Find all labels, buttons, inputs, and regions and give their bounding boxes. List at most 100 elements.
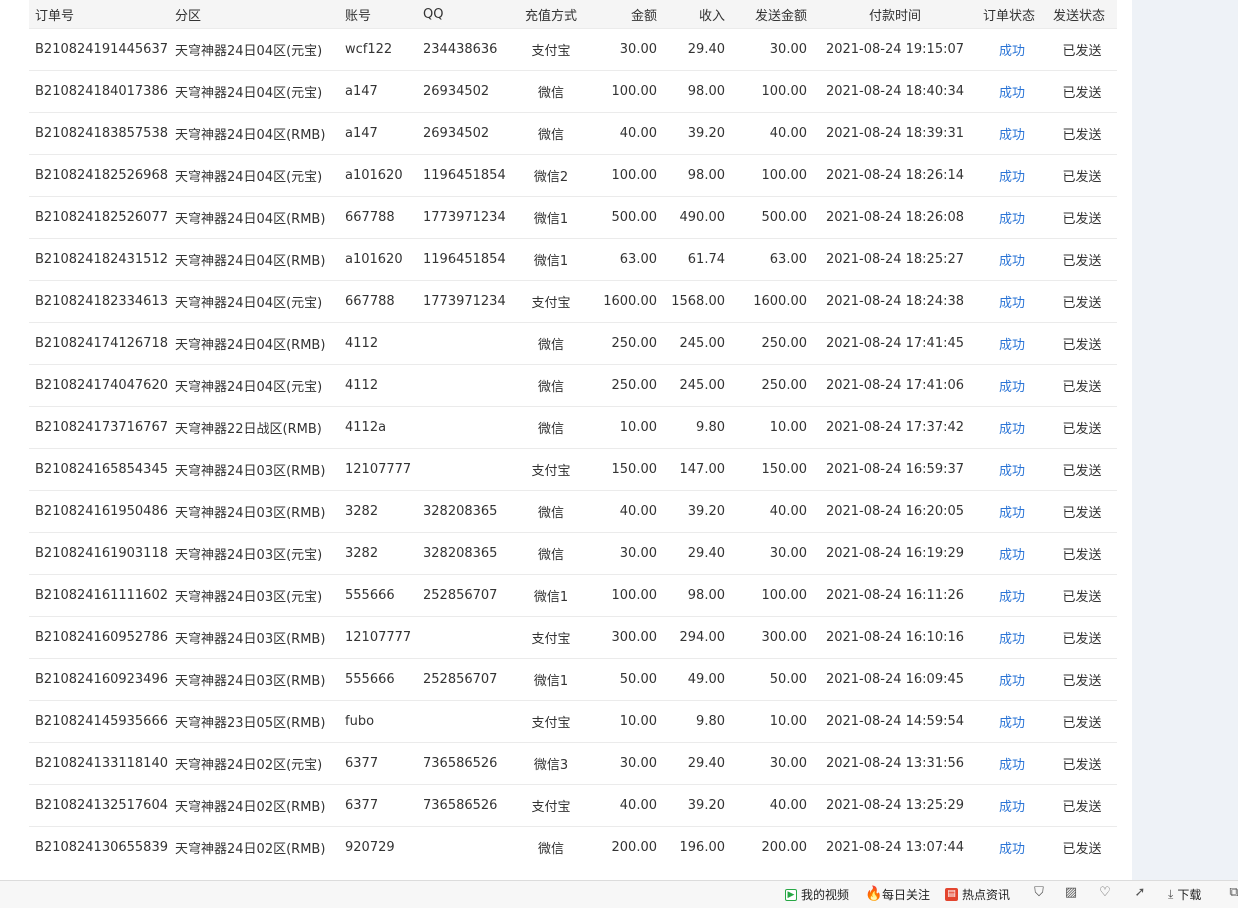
- cell-send-amount: 250.00: [731, 364, 813, 407]
- cell-amount: 50.00: [591, 658, 663, 701]
- hot-news-link[interactable]: ▤ 热点资讯: [945, 886, 1010, 903]
- cell-order-status[interactable]: 成功: [977, 448, 1047, 491]
- cell-order-id: B210824161111602: [29, 574, 169, 617]
- cell-order-status[interactable]: 成功: [977, 280, 1047, 323]
- cell-income: 245.00: [663, 364, 731, 407]
- cell-send-amount: 40.00: [731, 112, 813, 155]
- cell-account: 555666: [339, 658, 417, 701]
- cell-send-status: 已发送: [1047, 364, 1117, 407]
- download-button[interactable]: ⤓ 下载: [1168, 886, 1201, 903]
- cell-order-status[interactable]: 成功: [977, 322, 1047, 365]
- cell-amount: 500.00: [591, 196, 663, 239]
- cell-zone: 天穹神器24日04区(元宝): [169, 28, 339, 71]
- copy-icon[interactable]: ⧉: [1226, 885, 1238, 901]
- cell-order-status[interactable]: 成功: [977, 112, 1047, 155]
- cell-income: 245.00: [663, 322, 731, 365]
- cell-income: 98.00: [663, 574, 731, 617]
- cell-qq: 26934502: [417, 70, 511, 113]
- cell-pay-method: 微信1: [511, 238, 591, 281]
- cell-pay-time: 2021-08-24 18:39:31: [813, 112, 977, 155]
- cell-pay-time: 2021-08-24 16:59:37: [813, 448, 977, 491]
- cell-qq: [417, 616, 511, 659]
- cell-order-status[interactable]: 成功: [977, 784, 1047, 827]
- daily-focus-link[interactable]: 🔥 每日关注: [865, 886, 930, 903]
- cell-qq: 26934502: [417, 112, 511, 155]
- cell-order-id: B210824184017386: [29, 70, 169, 113]
- cell-amount: 40.00: [591, 490, 663, 533]
- cell-order-status[interactable]: 成功: [977, 574, 1047, 617]
- rocket-icon[interactable]: ➚: [1132, 885, 1148, 901]
- cell-order-status[interactable]: 成功: [977, 238, 1047, 281]
- cell-account: 667788: [339, 196, 417, 239]
- cell-order-status[interactable]: 成功: [977, 70, 1047, 113]
- cell-income: 294.00: [663, 616, 731, 659]
- cell-account: 555666: [339, 574, 417, 617]
- cell-pay-time: 2021-08-24 16:19:29: [813, 532, 977, 575]
- image-icon[interactable]: ▨: [1063, 885, 1079, 901]
- cell-order-status[interactable]: 成功: [977, 154, 1047, 197]
- cell-pay-method: 微信1: [511, 658, 591, 701]
- cell-amount: 100.00: [591, 574, 663, 617]
- order-table-wrap: 订单号 分区 账号 QQ 充值方式 金额 收入 发送金额 付款时间 订单状态 发送状态 B21082…: [29, 0, 1117, 868]
- cell-order-status[interactable]: 成功: [977, 196, 1047, 239]
- cell-qq: 234438636: [417, 28, 511, 71]
- cell-income: 61.74: [663, 238, 731, 281]
- cell-income: 29.40: [663, 742, 731, 785]
- cell-pay-time: 2021-08-24 13:31:56: [813, 742, 977, 785]
- cell-amount: 200.00: [591, 826, 663, 868]
- cell-zone: 天穹神器24日03区(RMB): [169, 448, 339, 491]
- header-col-send-status: 发送状态: [1047, 0, 1117, 29]
- cell-income: 39.20: [663, 490, 731, 533]
- cell-amount: 250.00: [591, 322, 663, 365]
- cell-order-status[interactable]: 成功: [977, 406, 1047, 449]
- cell-order-id: B210824182526968: [29, 154, 169, 197]
- cell-send-amount: 250.00: [731, 322, 813, 365]
- cell-order-status[interactable]: 成功: [977, 364, 1047, 407]
- table-row: B210824145935666 天穹神器23日05区(RMB) fubo 支付宝 10…: [29, 700, 1117, 743]
- cell-income: 49.00: [663, 658, 731, 701]
- cell-account: 3282: [339, 490, 417, 533]
- cell-order-status[interactable]: 成功: [977, 742, 1047, 785]
- cell-send-amount: 50.00: [731, 658, 813, 701]
- cell-zone: 天穹神器24日02区(RMB): [169, 826, 339, 868]
- cell-zone: 天穹神器24日02区(元宝): [169, 742, 339, 785]
- header-col-account: 账号: [339, 0, 417, 29]
- cell-account: 4112: [339, 364, 417, 407]
- cell-income: 98.00: [663, 70, 731, 113]
- cell-order-status[interactable]: 成功: [977, 28, 1047, 71]
- cell-send-amount: 100.00: [731, 574, 813, 617]
- cell-send-status: 已发送: [1047, 322, 1117, 365]
- cell-order-id: B210824182526077: [29, 196, 169, 239]
- cell-order-status[interactable]: 成功: [977, 826, 1047, 868]
- cell-pay-method: 支付宝: [511, 784, 591, 827]
- cell-order-status[interactable]: 成功: [977, 490, 1047, 533]
- cell-send-amount: 63.00: [731, 238, 813, 281]
- heart-icon[interactable]: ♡: [1097, 885, 1113, 901]
- cell-order-status[interactable]: 成功: [977, 700, 1047, 743]
- cell-order-status[interactable]: 成功: [977, 658, 1047, 701]
- shield-icon[interactable]: ⛉: [1031, 885, 1047, 901]
- cell-pay-method: 微信1: [511, 196, 591, 239]
- cell-send-status: 已发送: [1047, 196, 1117, 239]
- my-video-link[interactable]: ▶ 我的视频: [785, 886, 849, 903]
- table-row: B210824165854345 天穹神器24日03区(RMB) 12107777 支…: [29, 448, 1117, 491]
- cell-amount: 250.00: [591, 364, 663, 407]
- cell-send-status: 已发送: [1047, 616, 1117, 659]
- cell-income: 1568.00: [663, 280, 731, 323]
- cell-order-status[interactable]: 成功: [977, 616, 1047, 659]
- news-icon: ▤: [945, 888, 958, 901]
- cell-order-status[interactable]: 成功: [977, 532, 1047, 575]
- cell-pay-method: 支付宝: [511, 28, 591, 71]
- table-row: B210824173716767 天穹神器22日战区(RMB) 4112a 微信 10.…: [29, 406, 1117, 449]
- cell-pay-time: 2021-08-24 18:26:14: [813, 154, 977, 197]
- table-row: B210824161903118 天穹神器24日03区(元宝) 3282 328208…: [29, 532, 1117, 575]
- table-row: B210824182431512 天穹神器24日04区(RMB) a101620 11…: [29, 238, 1117, 281]
- fire-icon: 🔥: [865, 886, 883, 902]
- table-body: B210824191445637 天穹神器24日04区(元宝) wcf122 2344…: [29, 28, 1117, 868]
- cell-send-status: 已发送: [1047, 784, 1117, 827]
- table-row: B210824132517604 天穹神器24日02区(RMB) 6377 73658…: [29, 784, 1117, 827]
- cell-qq: [417, 448, 511, 491]
- cell-zone: 天穹神器24日04区(元宝): [169, 70, 339, 113]
- cell-amount: 40.00: [591, 784, 663, 827]
- cell-qq: [417, 364, 511, 407]
